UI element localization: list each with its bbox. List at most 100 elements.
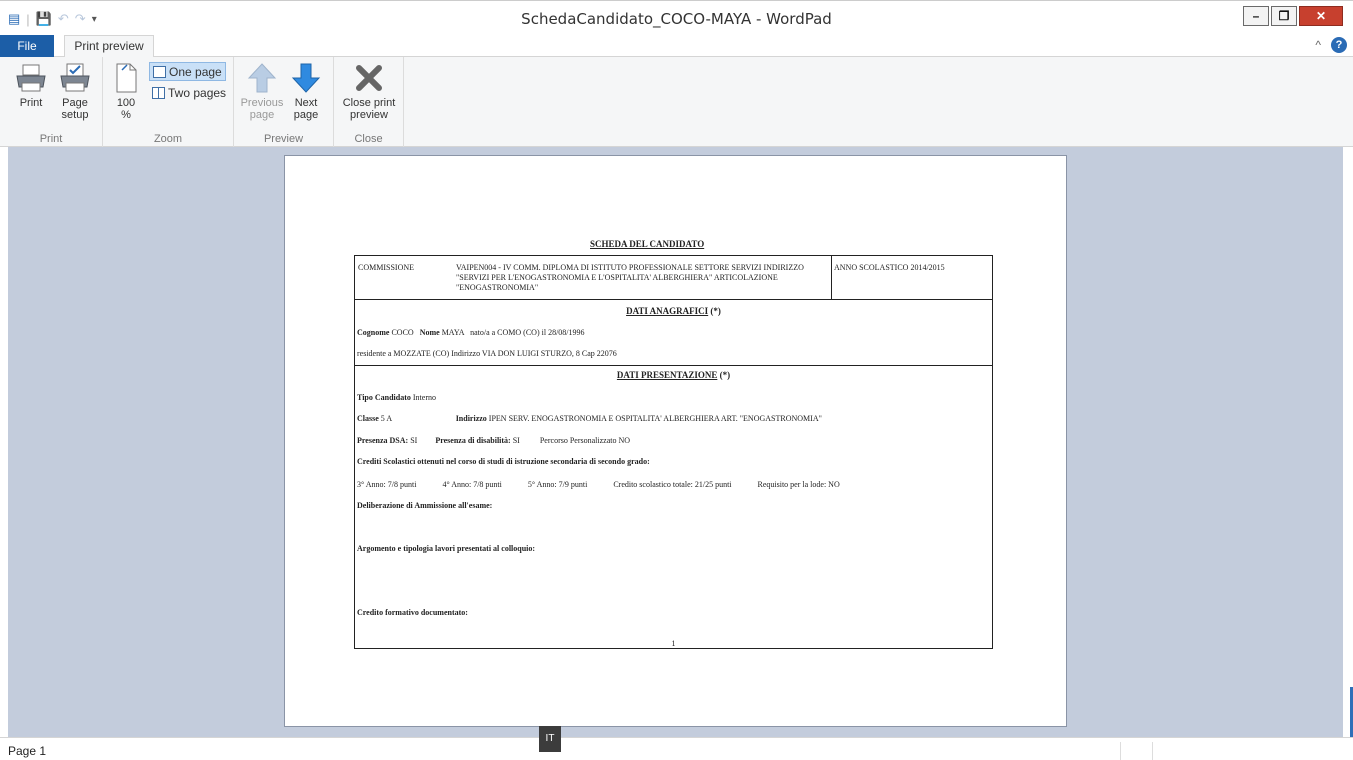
printer-icon: [16, 64, 46, 92]
page-setup-icon: [60, 63, 90, 92]
page-setup-label-1: Page: [62, 97, 88, 109]
anagrafici-section: DATI ANAGRAFICI (*) Cognome COCO Nome MA…: [355, 300, 992, 366]
disabilita-value: SI: [512, 436, 520, 445]
presentazione-header: DATI PRESENTAZIONE (*): [355, 370, 992, 380]
one-page-label: One page: [169, 64, 222, 79]
window-controls: – ❐ ✕: [1243, 6, 1343, 26]
tipo-label: Tipo Candidato: [357, 393, 411, 402]
previous-page-button[interactable]: Previous page: [240, 62, 284, 121]
tabs-right-controls: ^ ?: [1315, 37, 1347, 53]
anagrafici-asterisk: (*): [710, 306, 721, 316]
credito-totale: Credito scolastico totale: 21/25 punti: [613, 480, 732, 489]
nome-value: MAYA: [441, 328, 465, 337]
crediti-line: 3° Anno: 7/8 punti 4° Anno: 7/8 punti 5°…: [357, 480, 840, 489]
collapse-ribbon-icon[interactable]: ^: [1315, 38, 1321, 52]
tipo-value: Interno: [412, 393, 436, 402]
language-indicator[interactable]: IT: [539, 726, 561, 752]
anno-scolastico: ANNO SCOLASTICO 2014/2015: [834, 263, 945, 272]
page-zoom-icon: [116, 63, 137, 93]
commissione-row: COMMISSIONE VAIPEN004 - IV COMM. DIPLOMA…: [355, 256, 992, 300]
close-preview-label-2: preview: [350, 109, 388, 121]
close-group: Close print preview Close: [334, 57, 404, 147]
zoom-label-2: %: [121, 109, 131, 121]
next-page-button[interactable]: Next page: [288, 62, 324, 121]
status-separator: [1120, 742, 1121, 760]
candidate-table: COMMISSIONE VAIPEN004 - IV COMM. DIPLOMA…: [354, 255, 993, 649]
delibera-line: Deliberazione di Ammissione all'esame:: [357, 501, 492, 510]
credito-formativo-line: Credito formativo documentato:: [357, 608, 468, 617]
delibera-label: Deliberazione di Ammissione all'esame:: [357, 501, 493, 510]
next-page-label-1: Next: [294, 97, 318, 109]
classe-line: Classe 5 A Indirizzo IPEN SERV. ENOGASTR…: [357, 414, 822, 423]
page-setup-button[interactable]: Page setup: [55, 62, 95, 121]
dsa-label: Presenza DSA:: [357, 436, 409, 445]
dsa-value: SI: [410, 436, 418, 445]
document-page: SCHEDA DEL CANDIDATO COMMISSIONE VAIPEN0…: [284, 155, 1067, 727]
close-window-button[interactable]: ✕: [1299, 6, 1343, 26]
print-label: Print: [19, 97, 43, 109]
preview-group-label: Preview: [263, 133, 304, 145]
arrow-down-icon: [291, 63, 321, 93]
nascita-value: nato/a a COMO (CO) il 28/08/1996: [470, 328, 585, 337]
next-page-label-2: page: [293, 109, 319, 121]
preview-group: Previous page Next page Preview: [234, 57, 334, 147]
crediti-heading-text: Crediti Scolastici ottenuti nel corso di…: [357, 457, 650, 466]
print-button[interactable]: Print: [12, 62, 50, 109]
page-number: 1: [671, 639, 676, 648]
cognome-label: Cognome: [357, 328, 390, 337]
requisito-lode: Requisito per la lode: NO: [757, 480, 840, 489]
two-pages-button[interactable]: Two pages: [149, 83, 229, 102]
previous-page-label-1: Previous: [240, 97, 284, 109]
nome-label: Nome: [419, 328, 440, 337]
anno5-credit: 5° Anno: 7/9 punti: [527, 480, 588, 489]
status-separator-2: [1152, 742, 1153, 760]
close-x-icon: [356, 65, 382, 91]
dsa-line: Presenza DSA: SI Presenza di disabilità:…: [357, 436, 630, 445]
anno4-credit: 4° Anno: 7/8 punti: [442, 480, 502, 489]
zoom-100-button[interactable]: 100 %: [111, 62, 141, 121]
argomento-line: Argomento e tipologia lavori presentati …: [357, 544, 535, 553]
cell-divider: [831, 256, 832, 300]
residenza-line: residente a MOZZATE (CO) Indirizzo VIA D…: [357, 349, 617, 358]
page-indicator: Page 1: [8, 744, 47, 758]
credito-formativo-label: Credito formativo documentato:: [357, 608, 468, 617]
vertical-scrollbar[interactable]: [1343, 147, 1353, 737]
argomento-label: Argomento e tipologia lavori presentati …: [357, 544, 536, 553]
name-line: Cognome COCO Nome MAYA nato/a a COMO (CO…: [357, 328, 585, 337]
two-pages-icon: [152, 86, 165, 99]
anagrafici-title: DATI ANAGRAFICI: [626, 306, 709, 316]
title-bar: ▤ | 💾 ↶ ↷ ▾ SchedaCandidato_COCO-MAYA - …: [0, 0, 1353, 35]
percorso-value: Percorso Personalizzato NO: [539, 436, 631, 445]
zoom-group: 100 % One page Two pages Zoom: [103, 57, 234, 147]
presentazione-asterisk: (*): [719, 370, 731, 380]
maximize-button[interactable]: ❐: [1271, 6, 1297, 26]
status-bar: Page 1: [0, 737, 1353, 760]
document-title: SCHEDA DEL CANDIDATO: [590, 239, 705, 249]
indirizzo-value: IPEN SERV. ENOGASTRONOMIA E OSPITALITA' …: [488, 414, 822, 423]
help-icon[interactable]: ?: [1331, 37, 1347, 53]
close-print-preview-button[interactable]: Close print preview: [338, 62, 400, 121]
anno3-credit: 3° Anno: 7/8 punti: [357, 480, 417, 489]
presentazione-title: DATI PRESENTAZIONE: [616, 370, 718, 380]
previous-page-label-2: page: [249, 109, 275, 121]
two-pages-label: Two pages: [168, 85, 227, 100]
tab-print-preview[interactable]: Print preview: [64, 35, 154, 58]
commissione-text: VAIPEN004 - IV COMM. DIPLOMA DI ISTITUTO…: [456, 263, 804, 292]
one-page-button[interactable]: One page: [149, 62, 226, 81]
cognome-value: COCO: [391, 328, 414, 337]
ribbon-tabs: File Print preview ^ ?: [0, 35, 1353, 58]
close-group-label: Close: [354, 133, 383, 145]
tab-file[interactable]: File: [0, 35, 54, 57]
print-group: Print Page setup Print: [0, 57, 103, 147]
page-setup-label-2: setup: [61, 109, 89, 121]
ribbon: Print Page setup Print 100 % One page Tw…: [0, 57, 1353, 147]
minimize-button[interactable]: –: [1243, 6, 1269, 26]
close-preview-label-1: Close print: [342, 97, 396, 109]
window-title: SchedaCandidato_COCO-MAYA - WordPad: [521, 10, 832, 28]
print-group-label: Print: [39, 133, 63, 145]
arrow-up-icon: [247, 63, 277, 93]
zoom-group-label: Zoom: [153, 133, 183, 145]
classe-value: 5 A: [380, 414, 392, 423]
commissione-label: COMMISSIONE: [358, 263, 415, 272]
zoom-label-1: 100: [116, 97, 136, 109]
